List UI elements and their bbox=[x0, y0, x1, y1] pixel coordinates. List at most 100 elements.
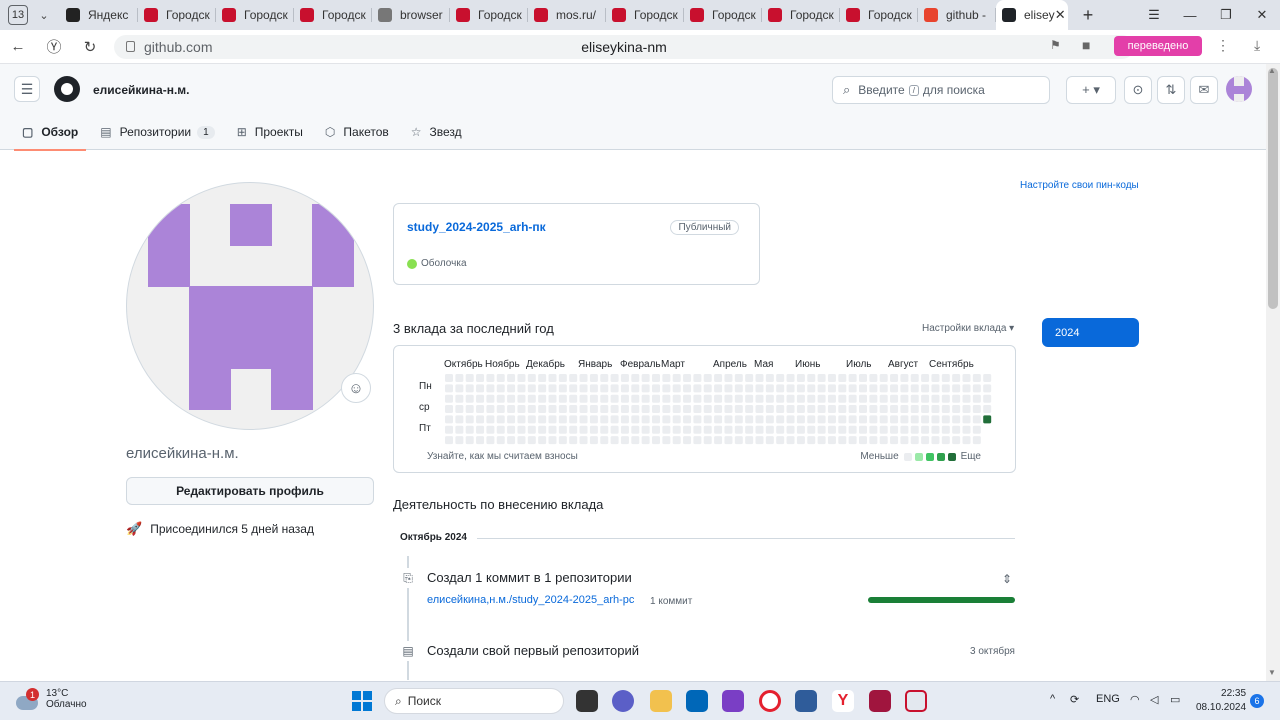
contribution-cell[interactable] bbox=[476, 405, 485, 414]
reload-icon[interactable]: ↻ bbox=[72, 38, 108, 56]
contribution-cell[interactable] bbox=[807, 405, 816, 414]
contribution-cell[interactable] bbox=[848, 374, 857, 382]
contribution-cell[interactable] bbox=[776, 374, 785, 382]
contribution-cell[interactable] bbox=[755, 384, 764, 393]
contribution-cell[interactable] bbox=[859, 425, 867, 434]
contribution-cell[interactable] bbox=[517, 374, 526, 382]
start-icon[interactable] bbox=[352, 691, 372, 711]
contribution-cell[interactable] bbox=[941, 415, 950, 424]
contribution-cell[interactable] bbox=[538, 425, 547, 434]
contribution-cell[interactable] bbox=[972, 415, 981, 424]
contribution-cell[interactable] bbox=[569, 425, 578, 434]
contribution-cell[interactable] bbox=[714, 436, 723, 445]
contribution-cell[interactable] bbox=[724, 436, 733, 445]
contribution-cell[interactable] bbox=[931, 425, 940, 434]
contribution-cell[interactable] bbox=[641, 436, 650, 445]
browser-tab[interactable]: Яндекс bbox=[60, 0, 138, 30]
contribution-cell[interactable] bbox=[838, 384, 847, 393]
contribution-cell[interactable] bbox=[548, 415, 557, 424]
contribution-cell[interactable] bbox=[921, 394, 930, 403]
inbox-icon[interactable]: ✉ bbox=[1190, 76, 1218, 104]
contribution-cell[interactable] bbox=[641, 405, 650, 414]
contribution-cell[interactable] bbox=[807, 384, 816, 393]
contribution-cell[interactable] bbox=[538, 374, 547, 382]
contribution-cell[interactable] bbox=[579, 425, 588, 434]
contribution-cell[interactable] bbox=[662, 405, 671, 414]
contribution-cell[interactable] bbox=[941, 405, 950, 414]
contribution-cell[interactable] bbox=[765, 405, 774, 414]
contribution-cell[interactable] bbox=[672, 405, 681, 414]
contribution-cell[interactable] bbox=[558, 425, 567, 434]
contribution-cell[interactable] bbox=[786, 425, 795, 434]
notification-badge[interactable]: 6 bbox=[1250, 694, 1264, 708]
contribution-cell[interactable] bbox=[589, 436, 598, 445]
contribution-cell[interactable] bbox=[527, 394, 536, 403]
contribution-cell[interactable] bbox=[776, 384, 785, 393]
contribution-cell[interactable] bbox=[817, 436, 826, 445]
contribution-cell[interactable] bbox=[672, 436, 681, 445]
scroll-down-icon[interactable]: ▼ bbox=[1268, 668, 1276, 677]
contribution-cell[interactable] bbox=[827, 374, 836, 382]
contribution-cell[interactable] bbox=[620, 384, 629, 393]
browser-tab[interactable]: Городск bbox=[138, 0, 216, 30]
contribution-cell[interactable] bbox=[859, 394, 867, 403]
translated-badge[interactable]: переведено bbox=[1114, 36, 1202, 56]
contribution-cell[interactable] bbox=[921, 405, 930, 414]
download-icon[interactable]: ⤓ bbox=[1254, 37, 1260, 54]
browser-tab[interactable]: Городск bbox=[684, 0, 762, 30]
weather-widget[interactable]: 1 13°C Облачно bbox=[16, 688, 87, 710]
contribution-cell[interactable] bbox=[859, 374, 867, 382]
contribution-cell[interactable] bbox=[796, 436, 805, 445]
contribution-cell[interactable] bbox=[869, 394, 878, 403]
contribution-cell[interactable] bbox=[486, 384, 495, 393]
contribution-cell[interactable] bbox=[786, 405, 795, 414]
contribution-cell[interactable] bbox=[445, 436, 453, 445]
contribution-cell[interactable] bbox=[879, 415, 888, 424]
contribution-cell[interactable] bbox=[941, 436, 950, 445]
contribution-cell[interactable] bbox=[931, 384, 940, 393]
contribution-cell[interactable] bbox=[465, 436, 474, 445]
header-username[interactable]: елисейкина-н.м. bbox=[93, 83, 190, 97]
contribution-cell[interactable] bbox=[445, 415, 453, 424]
contribution-cell[interactable] bbox=[952, 425, 961, 434]
contribution-cell[interactable] bbox=[507, 394, 516, 403]
contribution-cell[interactable] bbox=[507, 384, 516, 393]
contribution-cell[interactable] bbox=[848, 384, 857, 393]
contribution-cell[interactable] bbox=[548, 384, 557, 393]
new-tab-button[interactable]: + bbox=[1074, 5, 1102, 26]
contribution-cell[interactable] bbox=[900, 394, 909, 403]
contribution-cell[interactable] bbox=[817, 425, 826, 434]
contribution-cell[interactable] bbox=[879, 384, 888, 393]
contribution-cell[interactable] bbox=[569, 405, 578, 414]
contribution-cell[interactable] bbox=[714, 394, 723, 403]
contribution-cell[interactable] bbox=[589, 425, 598, 434]
contribution-cell[interactable] bbox=[921, 384, 930, 393]
virtualbox-icon[interactable] bbox=[795, 690, 817, 712]
contribution-cell[interactable] bbox=[983, 415, 992, 424]
contribution-cell[interactable] bbox=[796, 374, 805, 382]
contribution-cell[interactable] bbox=[631, 384, 640, 393]
contribution-cell[interactable] bbox=[652, 384, 660, 393]
contribution-cell[interactable] bbox=[983, 405, 992, 414]
contribution-cell[interactable] bbox=[817, 415, 826, 424]
contribution-cell[interactable] bbox=[641, 374, 650, 382]
volume-icon[interactable]: ◁ bbox=[1150, 693, 1158, 706]
contribution-cell[interactable] bbox=[724, 415, 733, 424]
contribution-cell[interactable] bbox=[589, 415, 598, 424]
contribution-cell[interactable] bbox=[952, 384, 961, 393]
contribution-cell[interactable] bbox=[662, 394, 671, 403]
contribution-cell[interactable] bbox=[693, 425, 702, 434]
contribution-cell[interactable] bbox=[941, 394, 950, 403]
contribution-cell[interactable] bbox=[496, 394, 505, 403]
contribution-cell[interactable] bbox=[983, 394, 992, 403]
contribution-cell[interactable] bbox=[838, 415, 847, 424]
contribution-cell[interactable] bbox=[972, 425, 981, 434]
scrollbar-thumb[interactable] bbox=[1268, 68, 1278, 309]
contribution-cell[interactable] bbox=[465, 425, 474, 434]
contribution-cell[interactable] bbox=[972, 394, 981, 403]
contribution-cell[interactable] bbox=[890, 425, 899, 434]
contribution-cell[interactable] bbox=[972, 374, 981, 382]
contribution-cell[interactable] bbox=[662, 436, 671, 445]
contribution-cell[interactable] bbox=[910, 394, 919, 403]
contribution-cell[interactable] bbox=[734, 394, 743, 403]
